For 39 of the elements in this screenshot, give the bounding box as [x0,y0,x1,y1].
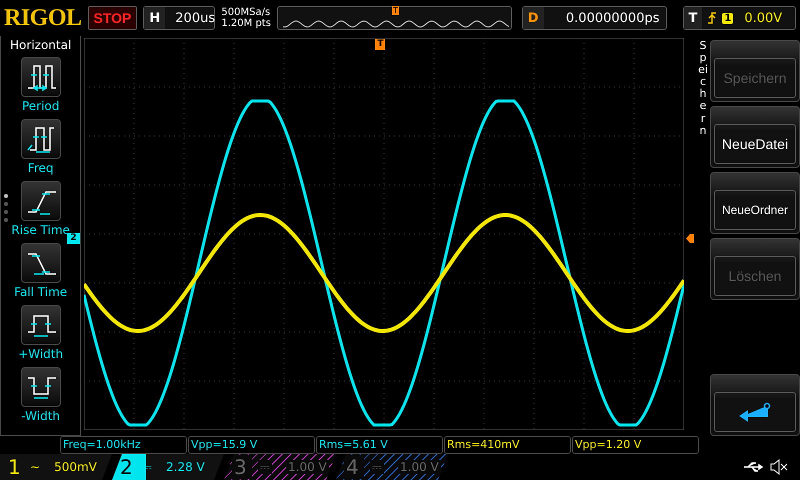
measure-button[interactable] [20,181,61,221]
measure-button[interactable] [20,57,61,97]
measure-label: +Width [18,346,64,363]
trigger-position-marker[interactable]: T [375,39,386,50]
measurement-value: Vpp=15.9 V [188,436,315,454]
waveform-overview: T [276,6,512,30]
usb-icon [742,461,764,473]
measure-label: -Width [21,408,60,425]
menu-title: Horizontal [10,37,72,54]
measure-label: Period [22,98,60,115]
trigger-field[interactable]: T 1 0.00V [682,6,796,30]
measurement-value: Freq=1.00kHz [60,436,187,454]
run-stop-button[interactable]: STOP [88,6,138,30]
menu-button[interactable]: NeueOrdner [710,172,800,234]
measure-button[interactable] [20,305,61,345]
measure-button[interactable] [20,119,61,159]
channel-tab[interactable]: 1 ~ 500mV [0,454,112,480]
measurement-value: Rms=410mV [444,436,571,454]
rising-edge-icon [707,11,718,25]
timebase-field[interactable]: H 200us [143,6,216,30]
menu-title: Speichern [697,38,709,139]
measurement-value: Vpp=1.20 V [572,436,699,454]
return-arrow-icon [737,402,773,422]
menu-button[interactable]: NeueDatei [710,106,800,168]
page-indicator [4,194,8,222]
measurement-value: Rms=5.61 V [316,436,443,454]
sine-wave-icon [282,20,510,28]
channel-offset-marker[interactable]: 2 [67,233,80,244]
measure-label: Rise Time [11,222,70,239]
brand-logo: RIGOL [4,4,82,32]
memory-depth: 1.20M pts [221,18,271,29]
measure-button[interactable] [20,243,61,283]
mute-icon [770,459,788,475]
delay-field[interactable]: D 0.00000000ps [522,6,666,30]
measure-button[interactable] [20,367,61,407]
measure-label: Fall Time [14,284,68,301]
measure-label: Freq [28,160,54,177]
sample-rate: 500MSa/s [221,7,271,18]
back-button[interactable] [710,374,800,436]
